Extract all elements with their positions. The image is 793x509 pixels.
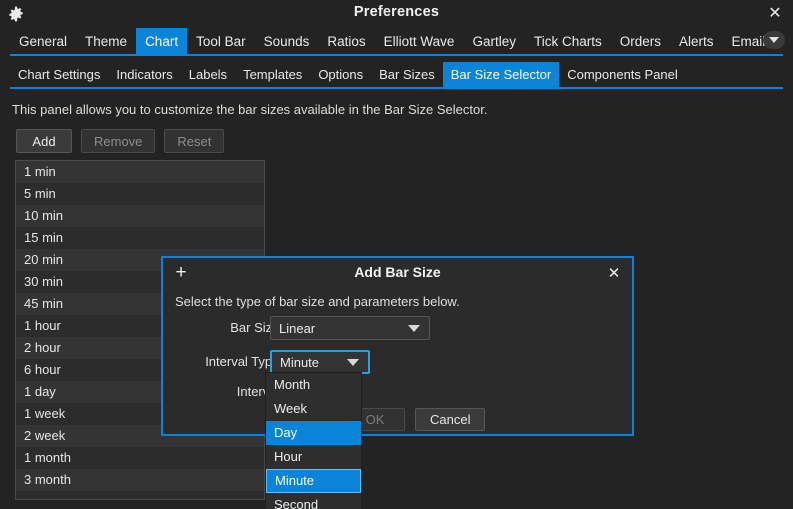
dialog-title: Add Bar Size	[354, 264, 441, 280]
interval-type-dropdown[interactable]: Month Week Day Hour Minute Second	[265, 372, 362, 509]
subtab-chart-settings[interactable]: Chart Settings	[10, 62, 108, 87]
tab-theme[interactable]: Theme	[76, 28, 136, 55]
dropdown-option-week[interactable]: Week	[266, 397, 361, 421]
panel-description: This panel allows you to customize the b…	[12, 102, 488, 117]
dropdown-option-minute[interactable]: Minute	[266, 469, 361, 493]
interval-type-select[interactable]: Minute	[270, 350, 370, 374]
subtab-labels[interactable]: Labels	[181, 62, 235, 87]
primary-tab-bar: General Theme Chart Tool Bar Sounds Ratios Ell…	[0, 28, 793, 55]
dropdown-option-hour[interactable]: Hour	[266, 445, 361, 469]
close-icon[interactable]: ✕	[604, 263, 624, 283]
preferences-window: Preferences ✕ General Theme Chart Tool Bar S…	[0, 0, 793, 509]
list-item[interactable]: 10 min	[16, 205, 264, 227]
subtab-templates[interactable]: Templates	[235, 62, 310, 87]
title-bar: Preferences ✕	[0, 0, 793, 27]
interval-type-value: Minute	[280, 354, 320, 370]
primary-tab-list: General Theme Chart Tool Bar Sounds Ratios Ell…	[10, 28, 774, 55]
tab-alerts[interactable]: Alerts	[670, 28, 723, 55]
add-button[interactable]: Add	[16, 129, 72, 153]
interval-type-label: Interval Type:	[205, 354, 283, 369]
tab-gartley[interactable]: Gartley	[463, 28, 525, 55]
subtab-options[interactable]: Options	[310, 62, 371, 87]
tab-orders[interactable]: Orders	[611, 28, 670, 55]
tab-tool-bar[interactable]: Tool Bar	[187, 28, 255, 55]
bar-size-label: Bar Size:	[230, 320, 283, 335]
list-item[interactable]: 5 min	[16, 183, 264, 205]
chevron-down-icon	[408, 324, 420, 332]
tab-tick-charts[interactable]: Tick Charts	[525, 28, 611, 55]
tab-elliott-wave[interactable]: Elliott Wave	[375, 28, 464, 55]
list-item[interactable]: 15 min	[16, 227, 264, 249]
remove-button: Remove	[81, 129, 156, 153]
cancel-button[interactable]: Cancel	[415, 408, 486, 431]
subtab-indicators[interactable]: Indicators	[108, 62, 180, 87]
tab-ratios[interactable]: Ratios	[318, 28, 374, 55]
list-item[interactable]: 1 month	[16, 447, 264, 469]
dropdown-option-second[interactable]: Second	[266, 493, 361, 509]
tab-sounds[interactable]: Sounds	[255, 28, 319, 55]
secondary-tab-list: Chart Settings Indicators Labels Templates O…	[10, 62, 686, 87]
chevron-down-icon	[347, 358, 359, 366]
secondary-tab-bar: Chart Settings Indicators Labels Templates O…	[0, 62, 793, 87]
chevron-down-icon[interactable]	[763, 31, 785, 49]
secondary-tab-underline	[10, 87, 783, 89]
reset-button: Reset	[164, 129, 225, 153]
list-item[interactable]: 3 month	[16, 469, 264, 491]
bar-size-select[interactable]: Linear	[270, 316, 430, 340]
dropdown-option-day[interactable]: Day	[266, 421, 361, 445]
subtab-bar-sizes[interactable]: Bar Sizes	[371, 62, 443, 87]
dialog-title-bar: + Add Bar Size ✕	[163, 258, 632, 288]
bar-size-value: Linear	[279, 320, 316, 336]
dropdown-option-month[interactable]: Month	[266, 373, 361, 397]
primary-tab-underline	[10, 54, 783, 56]
chevron-down-glyph	[769, 37, 779, 43]
window-title: Preferences	[353, 4, 440, 20]
subtab-bar-size-selector[interactable]: Bar Size Selector	[442, 62, 560, 87]
list-item[interactable]: 1 min	[16, 161, 264, 183]
dialog-subtitle: Select the type of bar size and paramete…	[175, 294, 460, 309]
tab-general[interactable]: General	[10, 28, 76, 55]
tab-chart[interactable]: Chart	[136, 28, 188, 55]
close-icon[interactable]: ✕	[765, 4, 785, 24]
dialog-buttons: OK Cancel	[345, 408, 486, 431]
subtab-components-panel[interactable]: Components Panel	[559, 62, 686, 87]
panel-action-buttons: Add Remove Reset	[16, 129, 225, 153]
